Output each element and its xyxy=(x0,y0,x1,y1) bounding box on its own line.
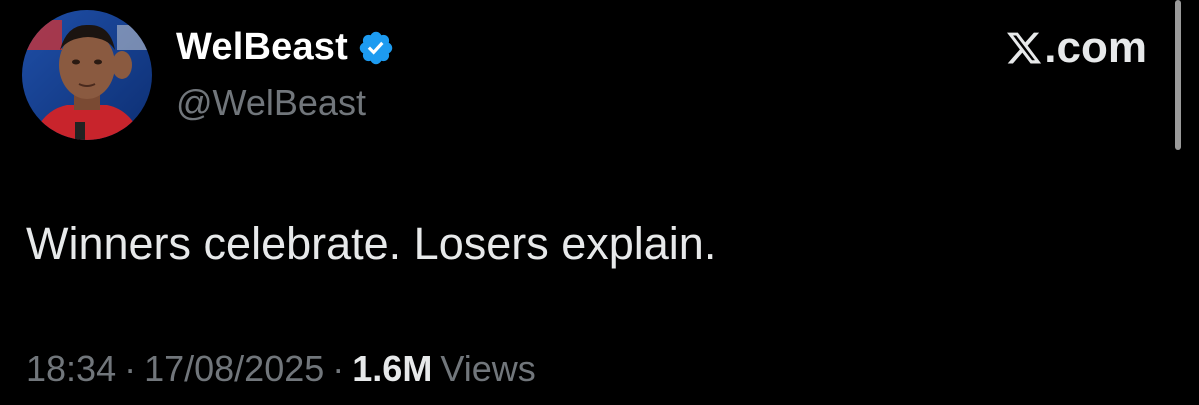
tweet-card: WelBeast @WelBeast .com Winners celebrat… xyxy=(0,0,1199,405)
tweet-text: Winners celebrate. Losers explain. xyxy=(26,218,717,269)
verified-badge-icon xyxy=(357,29,395,67)
x-logo-icon xyxy=(1005,29,1043,67)
views-count: 1.6M xyxy=(352,348,433,389)
avatar[interactable] xyxy=(22,10,152,140)
tweet-date[interactable]: 17/08/2025 xyxy=(144,348,324,390)
avatar-image xyxy=(22,10,152,140)
meta-separator: · xyxy=(124,348,137,389)
views-label: Views xyxy=(440,348,536,389)
tweet-time[interactable]: 18:34 xyxy=(26,348,116,390)
display-name[interactable]: WelBeast xyxy=(176,26,348,69)
author-handle[interactable]: @WelBeast xyxy=(176,82,366,124)
meta-separator: · xyxy=(332,348,345,389)
author-name-row[interactable]: WelBeast xyxy=(176,26,395,69)
scrollbar[interactable] xyxy=(1175,0,1181,150)
brand-domain-label: .com xyxy=(1044,23,1147,72)
tweet-meta: 18:34 · 17/08/2025 · 1.6M Views xyxy=(26,348,536,390)
brand-watermark: .com xyxy=(1005,26,1147,70)
